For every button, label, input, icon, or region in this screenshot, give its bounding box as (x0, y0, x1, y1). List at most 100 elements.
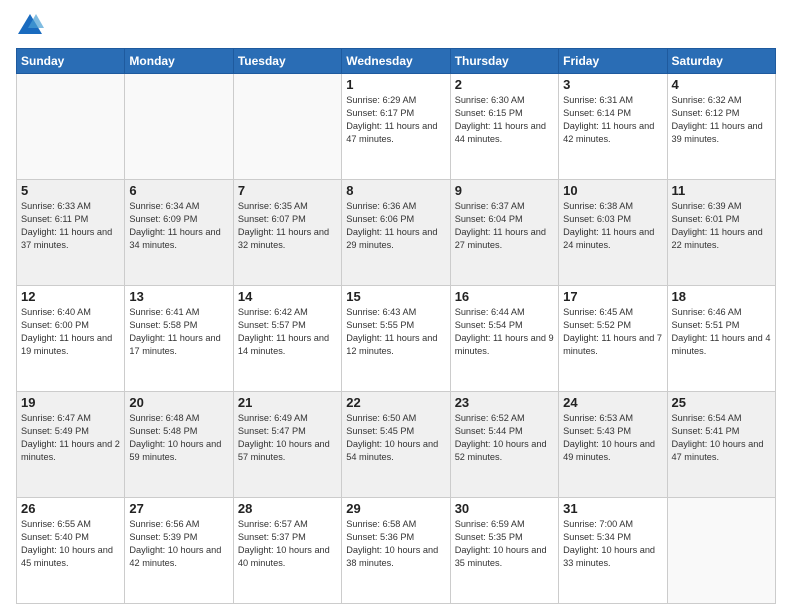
calendar-header-row: SundayMondayTuesdayWednesdayThursdayFrid… (17, 49, 776, 74)
calendar-cell: 20 Sunrise: 6:48 AM Sunset: 5:48 PM Dayli… (125, 392, 233, 498)
calendar-cell: 21 Sunrise: 6:49 AM Sunset: 5:47 PM Dayli… (233, 392, 341, 498)
day-number: 27 (129, 501, 228, 516)
calendar-cell (667, 498, 775, 604)
calendar-cell: 6Sunrise: 6:34 AM Sunset: 6:09 PM Daylig… (125, 180, 233, 286)
calendar-cell: 31 Sunrise: 7:00 AM Sunset: 5:34 PM Dayli… (559, 498, 667, 604)
calendar-week-row: 5 Sunrise: 6:33 AM Sunset: 6:11 PM Daylig… (17, 180, 776, 286)
calendar-cell: 9 Sunrise: 6:37 AM Sunset: 6:04 PM Daylig… (450, 180, 558, 286)
day-number: 11 (672, 183, 771, 198)
calendar-week-row: 1 Sunrise: 6:29 AM Sunset: 6:17 PM Daylig… (17, 74, 776, 180)
cell-text: Sunrise: 6:56 AM Sunset: 5:39 PM Dayligh… (129, 518, 228, 570)
calendar-weekday-header: Thursday (450, 49, 558, 74)
calendar-weekday-header: Monday (125, 49, 233, 74)
calendar-cell: 30Sunrise: 6:59 AM Sunset: 5:35 PM Dayli… (450, 498, 558, 604)
cell-text: Sunrise: 6:48 AM Sunset: 5:48 PM Dayligh… (129, 412, 228, 464)
calendar-cell: 2 Sunrise: 6:30 AM Sunset: 6:15 PM Daylig… (450, 74, 558, 180)
day-number: 16 (455, 289, 554, 304)
day-number: 14 (238, 289, 337, 304)
day-number: 15 (346, 289, 445, 304)
cell-text: Sunrise: 6:58 AM Sunset: 5:36 PM Dayligh… (346, 518, 445, 570)
logo (16, 12, 48, 40)
cell-text: Sunrise: 6:30 AM Sunset: 6:15 PM Dayligh… (455, 94, 554, 146)
calendar-cell: 18 Sunrise: 6:46 AM Sunset: 5:51 PM Dayli… (667, 286, 775, 392)
day-number: 17 (563, 289, 662, 304)
calendar-cell (125, 74, 233, 180)
day-number: 1 (346, 77, 445, 92)
cell-text: Sunrise: 6:54 AM Sunset: 5:41 PM Dayligh… (672, 412, 771, 464)
calendar-cell: 7Sunrise: 6:35 AM Sunset: 6:07 PM Daylig… (233, 180, 341, 286)
day-number: 24 (563, 395, 662, 410)
cell-text: Sunrise: 6:47 AM Sunset: 5:49 PM Dayligh… (21, 412, 120, 464)
calendar-week-row: 12 Sunrise: 6:40 AM Sunset: 6:00 PM Dayli… (17, 286, 776, 392)
day-number: 3 (563, 77, 662, 92)
calendar-cell: 11 Sunrise: 6:39 AM Sunset: 6:01 PM Dayli… (667, 180, 775, 286)
cell-text: Sunrise: 6:49 AM Sunset: 5:47 PM Dayligh… (238, 412, 337, 464)
calendar-cell: 14 Sunrise: 6:42 AM Sunset: 5:57 PM Dayli… (233, 286, 341, 392)
calendar-weekday-header: Sunday (17, 49, 125, 74)
calendar-cell (233, 74, 341, 180)
calendar-cell: 27 Sunrise: 6:56 AM Sunset: 5:39 PM Dayli… (125, 498, 233, 604)
cell-text: Sunrise: 6:29 AM Sunset: 6:17 PM Dayligh… (346, 94, 445, 146)
cell-text: Sunrise: 7:00 AM Sunset: 5:34 PM Dayligh… (563, 518, 662, 570)
calendar-cell: 10 Sunrise: 6:38 AM Sunset: 6:03 PM Dayli… (559, 180, 667, 286)
day-number: 21 (238, 395, 337, 410)
cell-text: Sunrise: 6:55 AM Sunset: 5:40 PM Dayligh… (21, 518, 120, 570)
day-number: 28 (238, 501, 337, 516)
cell-text: Sunrise: 6:41 AM Sunset: 5:58 PM Dayligh… (129, 306, 228, 358)
day-number: 26 (21, 501, 120, 516)
calendar-week-row: 26 Sunrise: 6:55 AM Sunset: 5:40 PM Dayli… (17, 498, 776, 604)
cell-text: Sunrise: 6:35 AM Sunset: 6:07 PM Dayligh… (238, 200, 337, 252)
calendar-cell: 12 Sunrise: 6:40 AM Sunset: 6:00 PM Dayli… (17, 286, 125, 392)
cell-text: Sunrise: 6:31 AM Sunset: 6:14 PM Dayligh… (563, 94, 662, 146)
cell-text: Sunrise: 6:53 AM Sunset: 5:43 PM Dayligh… (563, 412, 662, 464)
calendar-cell: 25 Sunrise: 6:54 AM Sunset: 5:41 PM Dayli… (667, 392, 775, 498)
calendar-cell: 16 Sunrise: 6:44 AM Sunset: 5:54 PM Dayli… (450, 286, 558, 392)
calendar-cell: 24 Sunrise: 6:53 AM Sunset: 5:43 PM Dayli… (559, 392, 667, 498)
calendar-weekday-header: Friday (559, 49, 667, 74)
day-number: 12 (21, 289, 120, 304)
calendar-cell: 17Sunrise: 6:45 AM Sunset: 5:52 PM Dayli… (559, 286, 667, 392)
calendar-cell: 4Sunrise: 6:32 AM Sunset: 6:12 PM Daylig… (667, 74, 775, 180)
day-number: 5 (21, 183, 120, 198)
calendar-cell: 13 Sunrise: 6:41 AM Sunset: 5:58 PM Dayli… (125, 286, 233, 392)
page-container: SundayMondayTuesdayWednesdayThursdayFrid… (0, 0, 792, 612)
day-number: 8 (346, 183, 445, 198)
calendar-weekday-header: Saturday (667, 49, 775, 74)
day-number: 20 (129, 395, 228, 410)
day-number: 25 (672, 395, 771, 410)
calendar-weekday-header: Wednesday (342, 49, 450, 74)
calendar-cell: 15 Sunrise: 6:43 AM Sunset: 5:55 PM Dayli… (342, 286, 450, 392)
calendar-cell (17, 74, 125, 180)
cell-text: Sunrise: 6:43 AM Sunset: 5:55 PM Dayligh… (346, 306, 445, 358)
calendar-cell: 28 Sunrise: 6:57 AM Sunset: 5:37 PM Dayli… (233, 498, 341, 604)
day-number: 31 (563, 501, 662, 516)
cell-text: Sunrise: 6:52 AM Sunset: 5:44 PM Dayligh… (455, 412, 554, 464)
cell-text: Sunrise: 6:34 AM Sunset: 6:09 PM Dayligh… (129, 200, 228, 252)
day-number: 9 (455, 183, 554, 198)
cell-text: Sunrise: 6:46 AM Sunset: 5:51 PM Dayligh… (672, 306, 771, 358)
day-number: 10 (563, 183, 662, 198)
calendar-weekday-header: Tuesday (233, 49, 341, 74)
day-number: 23 (455, 395, 554, 410)
calendar-cell: 26 Sunrise: 6:55 AM Sunset: 5:40 PM Dayli… (17, 498, 125, 604)
cell-text: Sunrise: 6:42 AM Sunset: 5:57 PM Dayligh… (238, 306, 337, 358)
cell-text: Sunrise: 6:38 AM Sunset: 6:03 PM Dayligh… (563, 200, 662, 252)
cell-text: Sunrise: 6:37 AM Sunset: 6:04 PM Dayligh… (455, 200, 554, 252)
day-number: 2 (455, 77, 554, 92)
header (16, 12, 776, 40)
day-number: 4 (672, 77, 771, 92)
cell-text: Sunrise: 6:39 AM Sunset: 6:01 PM Dayligh… (672, 200, 771, 252)
day-number: 18 (672, 289, 771, 304)
calendar-table: SundayMondayTuesdayWednesdayThursdayFrid… (16, 48, 776, 604)
day-number: 13 (129, 289, 228, 304)
calendar-cell: 22Sunrise: 6:50 AM Sunset: 5:45 PM Dayli… (342, 392, 450, 498)
cell-text: Sunrise: 6:36 AM Sunset: 6:06 PM Dayligh… (346, 200, 445, 252)
calendar-cell: 19Sunrise: 6:47 AM Sunset: 5:49 PM Dayli… (17, 392, 125, 498)
calendar-cell: 1 Sunrise: 6:29 AM Sunset: 6:17 PM Daylig… (342, 74, 450, 180)
cell-text: Sunrise: 6:33 AM Sunset: 6:11 PM Dayligh… (21, 200, 120, 252)
cell-text: Sunrise: 6:57 AM Sunset: 5:37 PM Dayligh… (238, 518, 337, 570)
calendar-cell: 29 Sunrise: 6:58 AM Sunset: 5:36 PM Dayli… (342, 498, 450, 604)
day-number: 29 (346, 501, 445, 516)
cell-text: Sunrise: 6:40 AM Sunset: 6:00 PM Dayligh… (21, 306, 120, 358)
cell-text: Sunrise: 6:44 AM Sunset: 5:54 PM Dayligh… (455, 306, 554, 358)
